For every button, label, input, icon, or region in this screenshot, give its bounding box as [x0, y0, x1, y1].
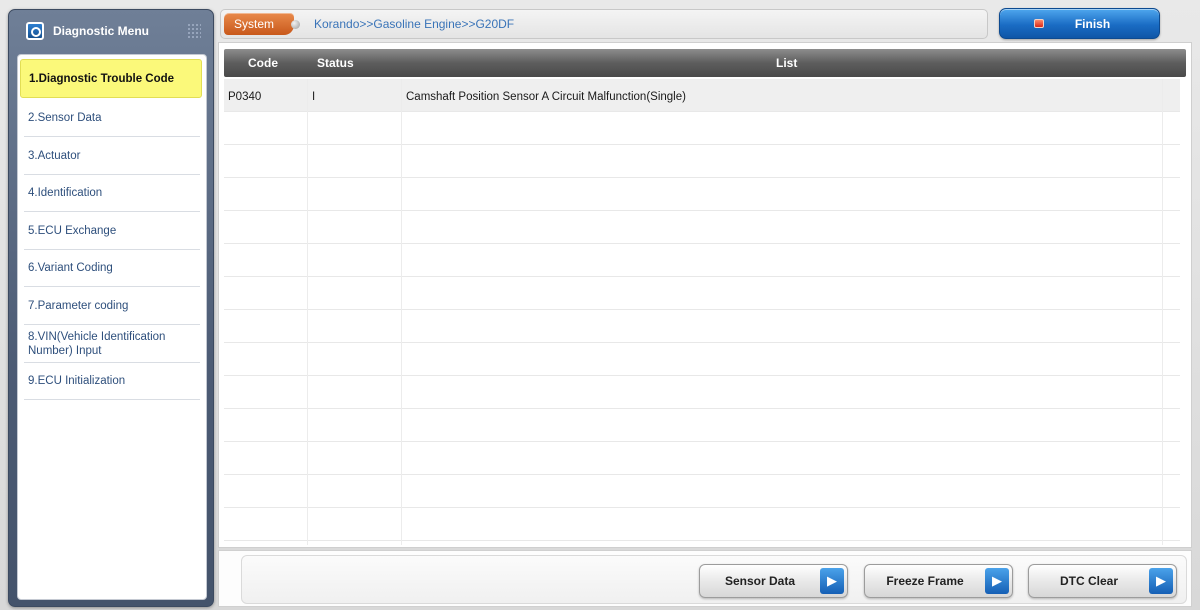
breadcrumb-separator-icon — [291, 20, 300, 29]
chevron-right-icon: ▶ — [820, 568, 844, 594]
table-row[interactable] — [224, 145, 1180, 178]
stop-icon — [1034, 19, 1044, 28]
table-row[interactable] — [224, 508, 1180, 541]
menu-item-label: 6.Variant Coding — [28, 262, 113, 274]
table-row[interactable]: P0340 I Camshaft Position Sensor A Circuit… — [224, 79, 1180, 112]
menu-item-label: 5.ECU Exchange — [28, 224, 117, 237]
diagnostic-logo-icon — [26, 22, 44, 40]
table-cell-status: I — [312, 91, 316, 103]
finish-button[interactable]: Finish — [999, 8, 1160, 39]
menu-item-label: 7.Parameter coding — [28, 299, 129, 312]
column-header-status: Status — [317, 56, 354, 70]
menu-item-parameter-coding[interactable]: 7.Parameter coding — [24, 287, 200, 325]
menu-item-label: 8.VIN(Vehicle Identification Number) Inp… — [28, 330, 166, 357]
diagnostic-menu-header: Diagnostic Menu — [9, 10, 213, 52]
column-header-list: List — [776, 56, 798, 70]
dtc-clear-button-label: DTC Clear — [1059, 574, 1118, 588]
menu-item-label: 9.ECU Initialization — [28, 375, 126, 387]
table-row[interactable] — [224, 244, 1180, 277]
table-row[interactable] — [224, 277, 1180, 310]
column-divider — [1162, 79, 1163, 545]
breadcrumb: System Korando>>Gasoline Engine>>G20DF — [220, 9, 988, 39]
table-row[interactable] — [224, 376, 1180, 409]
freeze-frame-button-label: Freeze Frame — [886, 574, 964, 588]
dtc-table-header: Code Status List — [224, 49, 1186, 77]
table-row[interactable] — [224, 442, 1180, 475]
dtc-table-panel: Code Status List P0340 I Camshaft Position… — [218, 42, 1192, 548]
sensor-data-button-label: Sensor Data — [724, 574, 796, 588]
dtc-clear-button[interactable]: DTC Clear ▶ — [1028, 564, 1177, 598]
table-cell-list: Camshaft Position Sensor A Circuit Malfu… — [406, 91, 686, 103]
menu-item-label: 2.Sensor Data — [28, 111, 102, 124]
dtc-table-body: P0340 I Camshaft Position Sensor A Circuit… — [224, 79, 1180, 545]
menu-item-label: 1.Diagnostic Trouble Code — [29, 72, 175, 85]
column-divider — [401, 79, 402, 545]
menu-item-diagnostic-trouble-code[interactable]: 1.Diagnostic Trouble Code — [20, 59, 202, 98]
menu-item-vin-input[interactable]: 8.VIN(Vehicle Identification Number) Inp… — [24, 325, 200, 363]
menu-item-ecu-initialization[interactable]: 9.ECU Initialization — [24, 363, 200, 400]
chevron-right-icon: ▶ — [985, 568, 1009, 594]
menu-item-label: 3.Actuator — [28, 149, 81, 162]
diagnostic-menu-title: Diagnostic Menu — [53, 24, 150, 38]
diagnostic-menu-list: 1.Diagnostic Trouble Code 2.Sensor Data … — [17, 54, 207, 600]
freeze-frame-button[interactable]: Freeze Frame ▶ — [864, 564, 1013, 598]
finish-button-label: Finish — [1074, 16, 1111, 31]
menu-item-variant-coding[interactable]: 6.Variant Coding — [24, 250, 200, 287]
column-divider — [307, 79, 308, 545]
table-row[interactable] — [224, 409, 1180, 442]
menu-item-label: 4.Identification — [28, 187, 103, 199]
table-row[interactable] — [224, 310, 1180, 343]
table-row[interactable] — [224, 343, 1180, 376]
table-cell-code: P0340 — [228, 91, 262, 103]
menu-item-identification[interactable]: 4.Identification — [24, 175, 200, 212]
table-row[interactable] — [224, 178, 1180, 211]
table-row[interactable] — [224, 211, 1180, 244]
grip-dots-icon[interactable] — [187, 23, 201, 39]
breadcrumb-path: Korando>>Gasoline Engine>>G20DF — [314, 17, 515, 31]
table-row[interactable] — [224, 112, 1180, 145]
menu-item-actuator[interactable]: 3.Actuator — [24, 137, 200, 175]
table-row[interactable] — [224, 475, 1180, 508]
sensor-data-button[interactable]: Sensor Data ▶ — [699, 564, 848, 598]
chevron-right-icon: ▶ — [1149, 568, 1173, 594]
column-header-code: Code — [248, 56, 278, 70]
diagnostic-menu-panel: Diagnostic Menu 1.Diagnostic Trouble Cod… — [8, 9, 214, 607]
menu-item-sensor-data[interactable]: 2.Sensor Data — [24, 99, 200, 137]
menu-item-ecu-exchange[interactable]: 5.ECU Exchange — [24, 212, 200, 250]
system-tab[interactable]: System — [224, 13, 294, 35]
